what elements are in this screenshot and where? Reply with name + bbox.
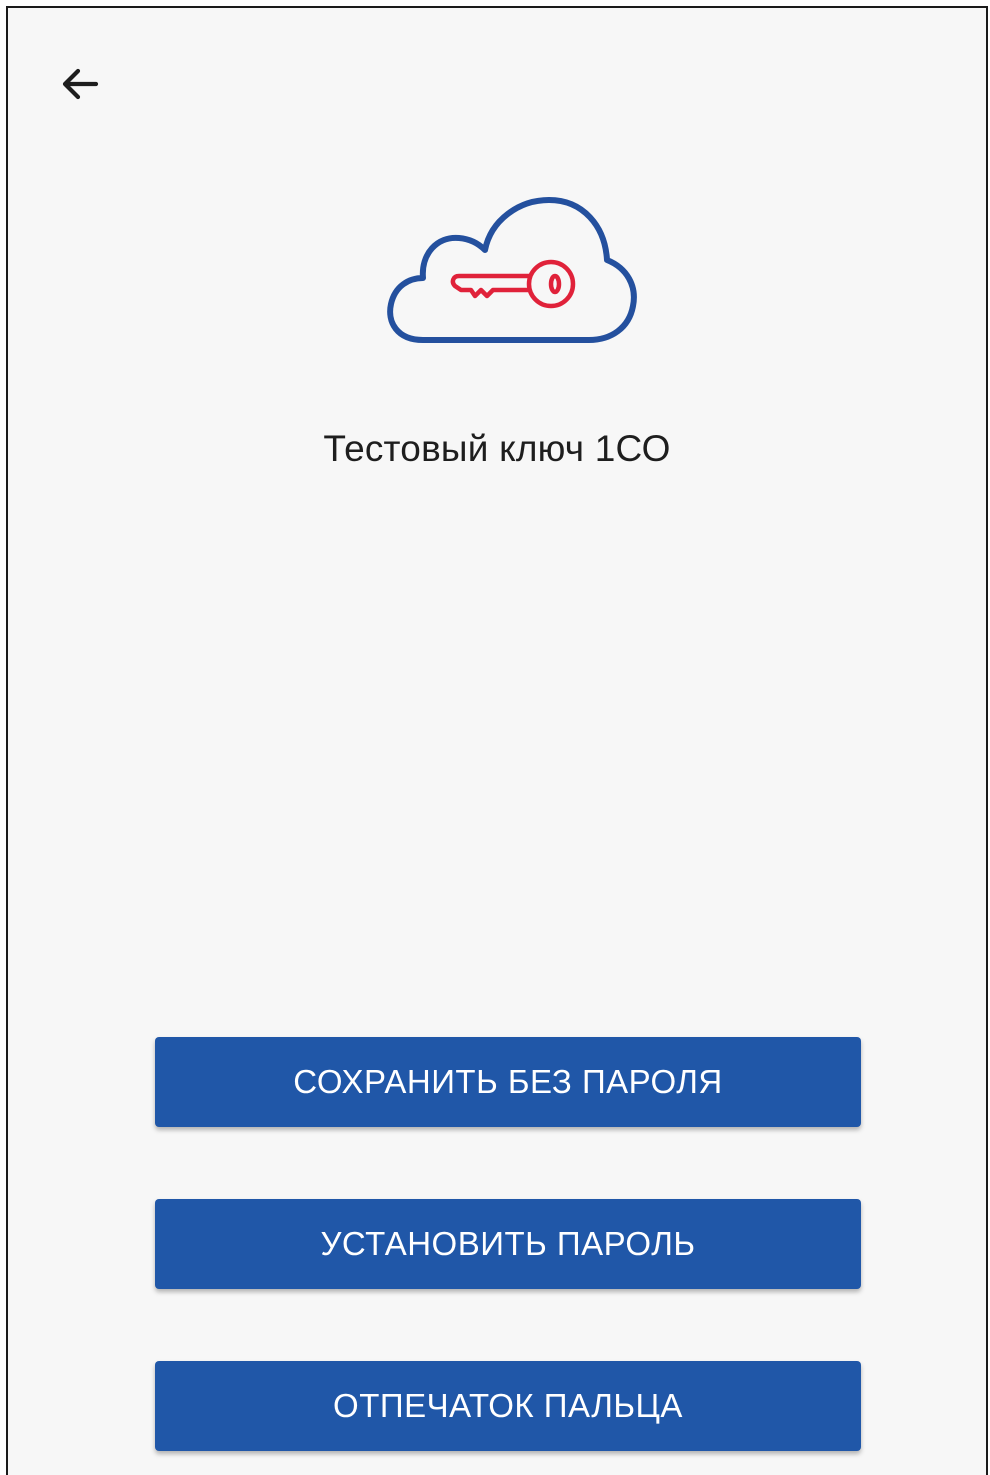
fingerprint-button[interactable]: ОТПЕЧАТОК ПАЛЬЦА (155, 1361, 861, 1451)
back-button[interactable] (48, 52, 112, 116)
arrow-left-icon (62, 68, 99, 100)
key-title: Тестовый ключ 1СО (323, 428, 671, 469)
cloud-key-logo (383, 190, 639, 350)
cloud-key-icon (387, 197, 637, 343)
set-password-button[interactable]: УСТАНОВИТЬ ПАРОЛЬ (155, 1199, 861, 1289)
save-without-password-button[interactable]: СОХРАНИТЬ БЕЗ ПАРОЛЯ (155, 1037, 861, 1127)
screen: Тестовый ключ 1СО СОХРАНИТЬ БЕЗ ПАРОЛЯ У… (6, 6, 988, 1475)
